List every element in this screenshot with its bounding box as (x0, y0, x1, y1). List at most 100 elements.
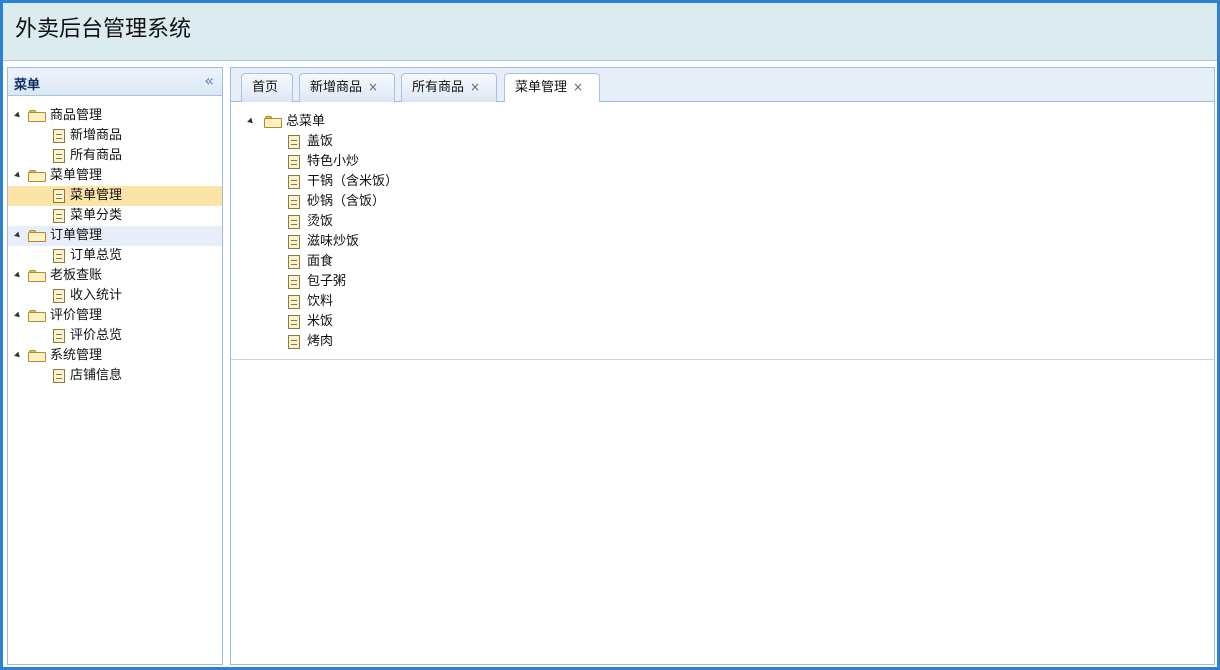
expand-arrow-icon[interactable] (14, 231, 22, 240)
menu-tree-item-label: 滋味炒饭 (307, 234, 360, 249)
menu-tree-item[interactable]: 烤肉 (231, 332, 1214, 352)
menu-tree-item[interactable]: 米饭 (231, 312, 1214, 332)
sidebar-item[interactable]: 评价总览 (8, 326, 222, 346)
menu-tree-item[interactable]: 面食 (231, 252, 1214, 272)
folder-icon (264, 116, 282, 128)
expand-arrow-icon[interactable] (14, 351, 22, 360)
document-icon (53, 149, 65, 163)
sidebar-item-label: 订单总览 (70, 248, 123, 263)
close-icon[interactable]: × (368, 80, 378, 94)
tab-1[interactable]: 新增商品 × (299, 73, 395, 102)
document-icon (288, 235, 300, 249)
document-icon (288, 215, 300, 229)
menu-tree-item-label: 盖饭 (307, 134, 334, 149)
sidebar-header: 菜单 « (8, 68, 222, 96)
sidebar-group-label: 商品管理 (50, 108, 103, 123)
sidebar-group-label: 评价管理 (50, 308, 103, 323)
menu-tree-root[interactable]: 总菜单 (231, 112, 1214, 132)
menu-tree-panel: 总菜单盖饭特色小炒干锅（含米饭） 砂锅（含饭） 烫饭滋味炒饭面食包子粥饮料米饭烤肉 (231, 102, 1214, 360)
tab-label: 新增商品 (310, 80, 363, 95)
document-icon (288, 135, 300, 149)
sidebar-item-label: 菜单管理 (70, 188, 123, 203)
sidebar-item-label: 所有商品 (70, 148, 123, 163)
menu-tree-item[interactable]: 饮料 (231, 292, 1214, 312)
menu-tree-item-label: 烫饭 (307, 214, 334, 229)
sidebar-item-label: 新增商品 (70, 128, 123, 143)
menu-tree-item[interactable]: 砂锅（含饭） (231, 192, 1214, 212)
document-icon (288, 315, 300, 329)
menu-tree-item-label: 面食 (307, 254, 334, 269)
expand-arrow-icon[interactable] (14, 311, 22, 320)
sidebar-item[interactable]: 所有商品 (8, 146, 222, 166)
app-title: 外卖后台管理系统 (15, 17, 192, 42)
sidebar-group-label: 系统管理 (50, 348, 103, 363)
document-icon (53, 189, 65, 203)
sidebar-item-label: 收入统计 (70, 288, 123, 303)
folder-icon (28, 110, 46, 122)
document-icon (53, 249, 65, 263)
document-icon (288, 255, 300, 269)
sidebar-item[interactable]: 收入统计 (8, 286, 222, 306)
document-icon (53, 329, 65, 343)
folder-icon (28, 270, 46, 282)
folder-icon (28, 350, 46, 362)
menu-tree-item-label: 米饭 (307, 314, 334, 329)
sidebar-group-4[interactable]: 评价管理 (8, 306, 222, 326)
tab-label: 菜单管理 (515, 80, 568, 95)
menu-tree-item-label: 特色小炒 (307, 154, 360, 169)
sidebar-group-0[interactable]: 商品管理 (8, 106, 222, 126)
app-header: 外卖后台管理系统 (3, 3, 1217, 61)
menu-tree-item-label: 包子粥 (307, 274, 347, 289)
sidebar-tree: 商品管理 新增商品 所有商品 菜单管理 菜单管理 菜单分类 订单管理 订单总览 老板查账 收入统计… (8, 96, 222, 386)
menu-tree-item[interactable]: 烫饭 (231, 212, 1214, 232)
sidebar-item[interactable]: 店铺信息 (8, 366, 222, 386)
tab-bar: 首页 新增商品 × 所有商品 × 菜单管理 × (231, 68, 1214, 103)
sidebar-item[interactable]: 订单总览 (8, 246, 222, 266)
sidebar-item-label: 菜单分类 (70, 208, 123, 223)
tab-label: 首页 (252, 80, 279, 95)
menu-tree-item-label: 饮料 (307, 294, 334, 309)
sidebar-item-label: 评价总览 (70, 328, 123, 343)
tab-0[interactable]: 首页 (241, 73, 293, 102)
tab-3[interactable]: 菜单管理 × (504, 73, 600, 103)
sidebar-group-3[interactable]: 老板查账 (8, 266, 222, 286)
document-icon (288, 295, 300, 309)
sidebar-group-1[interactable]: 菜单管理 (8, 166, 222, 186)
menu-tree-item[interactable]: 滋味炒饭 (231, 232, 1214, 252)
sidebar-group-2[interactable]: 订单管理 (8, 226, 222, 246)
folder-icon (28, 230, 46, 242)
menu-tree-item-label: 烤肉 (307, 334, 334, 349)
sidebar: 菜单 « 商品管理 新增商品 所有商品 菜单管理 菜单管理 菜单分类 订单管理 订单总览 老板查… (7, 67, 223, 665)
app-window: 外卖后台管理系统 菜单 « 商品管理 新增商品 所有商品 菜单管理 菜单管理 菜单分类 订单… (0, 0, 1220, 670)
tab-2[interactable]: 所有商品 × (401, 73, 497, 102)
menu-tree-item-label: 干锅（含米饭） (307, 174, 399, 189)
menu-tree-item[interactable]: 盖饭 (231, 132, 1214, 152)
menu-tree-item[interactable]: 特色小炒 (231, 152, 1214, 172)
double-chevron-left-icon[interactable]: « (204, 71, 214, 90)
document-icon (53, 129, 65, 143)
close-icon[interactable]: × (573, 80, 583, 94)
expand-arrow-icon[interactable] (14, 111, 22, 120)
sidebar-item[interactable]: 菜单分类 (8, 206, 222, 226)
document-icon (288, 335, 300, 349)
tab-label: 所有商品 (412, 80, 465, 95)
folder-icon (28, 310, 46, 322)
sidebar-item[interactable]: 新增商品 (8, 126, 222, 146)
sidebar-group-label: 老板查账 (50, 268, 103, 283)
document-icon (288, 275, 300, 289)
menu-tree-root-label: 总菜单 (286, 114, 326, 129)
sidebar-item-label: 店铺信息 (70, 368, 123, 383)
document-icon (288, 175, 300, 189)
menu-tree-item[interactable]: 干锅（含米饭） (231, 172, 1214, 192)
sidebar-title: 菜单 (14, 78, 41, 93)
sidebar-group-label: 菜单管理 (50, 168, 103, 183)
sidebar-item[interactable]: 菜单管理 (8, 186, 222, 206)
sidebar-group-5[interactable]: 系统管理 (8, 346, 222, 366)
menu-tree-item[interactable]: 包子粥 (231, 272, 1214, 292)
expand-arrow-icon[interactable] (14, 171, 22, 180)
expand-arrow-icon[interactable] (247, 117, 255, 126)
document-icon (53, 369, 65, 383)
close-icon[interactable]: × (470, 80, 480, 94)
expand-arrow-icon[interactable] (14, 271, 22, 280)
document-icon (53, 289, 65, 303)
